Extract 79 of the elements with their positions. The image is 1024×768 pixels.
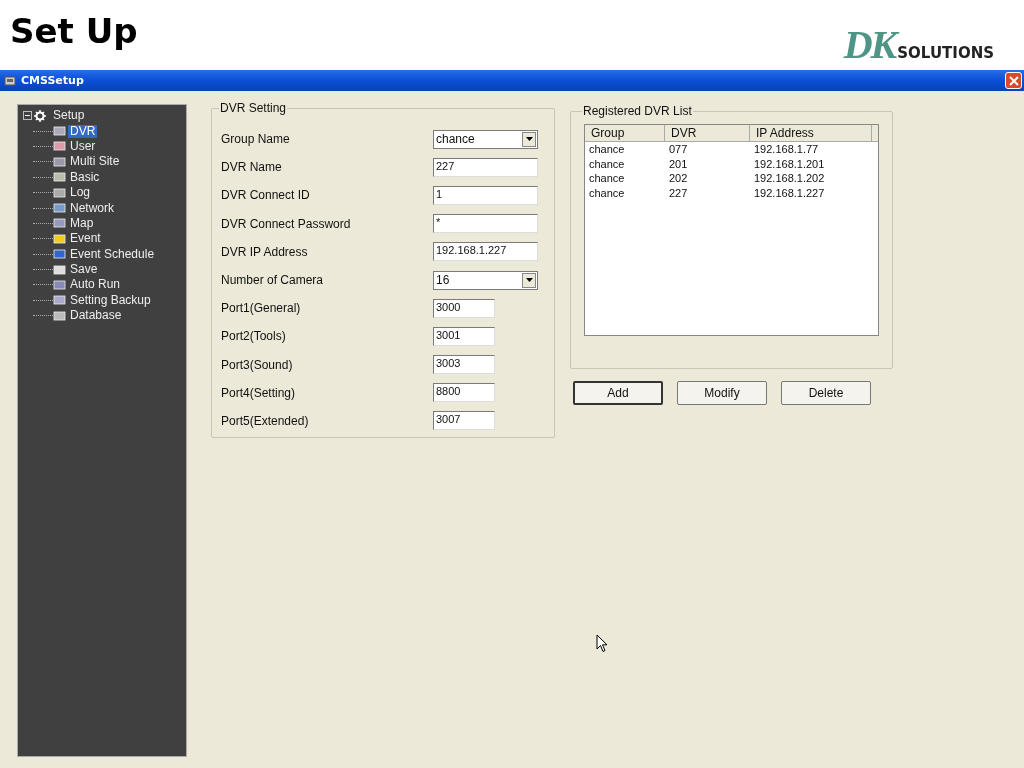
table-cell-text: 201	[668, 157, 689, 170]
tree-node-icon	[53, 155, 66, 168]
column-header[interactable]: IP Address	[750, 125, 872, 141]
dropdown-field[interactable]: chance	[433, 129, 538, 149]
input-field[interactable]: 192.168.1.227	[433, 242, 538, 262]
tree-node-icon	[53, 279, 66, 291]
tree-item[interactable]: Log	[68, 186, 93, 200]
column-header[interactable]: DVR	[665, 125, 750, 141]
field-label: DVR Connect Password	[221, 216, 352, 231]
input-field[interactable]: 3007	[433, 411, 495, 431]
input-field[interactable]: *	[433, 214, 538, 234]
action-button[interactable]: Add	[573, 381, 663, 405]
tree-item[interactable]: Database	[68, 309, 124, 323]
caret-icon	[525, 278, 533, 283]
tree-node-icon	[53, 248, 66, 261]
tree-item[interactable]: Map	[68, 216, 96, 230]
field-label: Port2(Tools)	[221, 329, 287, 344]
table-cell-text: chance	[588, 157, 626, 170]
field-label: DVR Connect ID	[221, 188, 311, 203]
field-label: DVR IP Address	[221, 244, 309, 259]
tree-node-icon	[53, 217, 66, 230]
field-label: DVR Name	[221, 160, 283, 175]
tree-node-icon	[53, 294, 66, 307]
input-field[interactable]: 227	[433, 157, 538, 177]
group-title: Registered DVR List	[582, 104, 693, 118]
group-title: DVR Setting	[219, 101, 288, 115]
table-cell-text: 077	[668, 143, 689, 156]
tree-item[interactable]: DVR	[68, 124, 98, 138]
action-button[interactable]: Modify	[677, 381, 767, 405]
table-cell-text: 192.168.1.227	[753, 186, 826, 199]
table-cell-text: 202	[668, 172, 689, 185]
field-label: Number of Camera	[221, 273, 325, 288]
tree-item[interactable]: Save	[68, 263, 100, 277]
input-field[interactable]: 3003	[433, 355, 495, 375]
tree-node-icon	[53, 140, 66, 153]
tree-item[interactable]: Network	[68, 201, 116, 215]
tree-item[interactable]: Event	[68, 232, 103, 246]
input-field[interactable]: 3001	[433, 326, 495, 346]
table-cell-text: 192.168.1.201	[753, 157, 826, 170]
company-logo: DKSOLUTIONS	[843, 20, 994, 68]
field-label: Group Name	[221, 132, 291, 147]
collapse-toggle-icon[interactable]	[23, 111, 32, 121]
close-icon	[1008, 75, 1019, 86]
tree-item[interactable]: Setup	[51, 109, 87, 123]
app-icon	[4, 74, 16, 87]
tree-node-icon	[53, 171, 66, 184]
tree-node-icon	[53, 263, 66, 276]
gear-icon	[34, 109, 46, 122]
tree-node-icon	[53, 309, 66, 322]
table-cell-text: chance	[588, 186, 626, 199]
slide-title: Set Up	[10, 11, 138, 51]
table-cell-text: chance	[588, 143, 626, 156]
table-cell-text: chance	[588, 172, 626, 185]
input-field[interactable]: 8800	[433, 383, 495, 403]
mouse-pointer-icon	[596, 634, 608, 653]
caret-icon	[525, 137, 533, 142]
close-button[interactable]	[1005, 72, 1022, 89]
tree-item[interactable]: Event Schedule	[68, 247, 157, 261]
input-field[interactable]: 1	[433, 185, 538, 205]
tree-item[interactable]: Auto Run	[68, 278, 123, 292]
table-cell-text: 227	[668, 186, 689, 199]
input-field[interactable]: 3000	[433, 298, 495, 318]
field-label: Port1(General)	[221, 301, 302, 316]
tree-item[interactable]: Basic	[68, 170, 102, 184]
column-header[interactable]: Group	[585, 125, 665, 141]
tree-item[interactable]: Multi Site	[68, 155, 122, 169]
tree-node-icon	[53, 125, 66, 138]
tree-node-icon	[53, 232, 66, 245]
dropdown-field[interactable]: 16	[433, 270, 538, 290]
table-cell-text: 192.168.1.202	[753, 172, 826, 185]
tree-item[interactable]: Setting Backup	[68, 293, 153, 307]
field-label: Port5(Extended)	[221, 413, 310, 428]
field-label: Port4(Setting)	[221, 385, 297, 400]
tree-item[interactable]: User	[68, 139, 98, 153]
field-label: Port3(Sound)	[221, 357, 294, 372]
tree-node-icon	[53, 202, 66, 215]
table-cell-text: 192.168.1.77	[753, 143, 820, 156]
window-title: CMSSetup	[21, 74, 84, 87]
action-button[interactable]: Delete	[781, 381, 871, 405]
